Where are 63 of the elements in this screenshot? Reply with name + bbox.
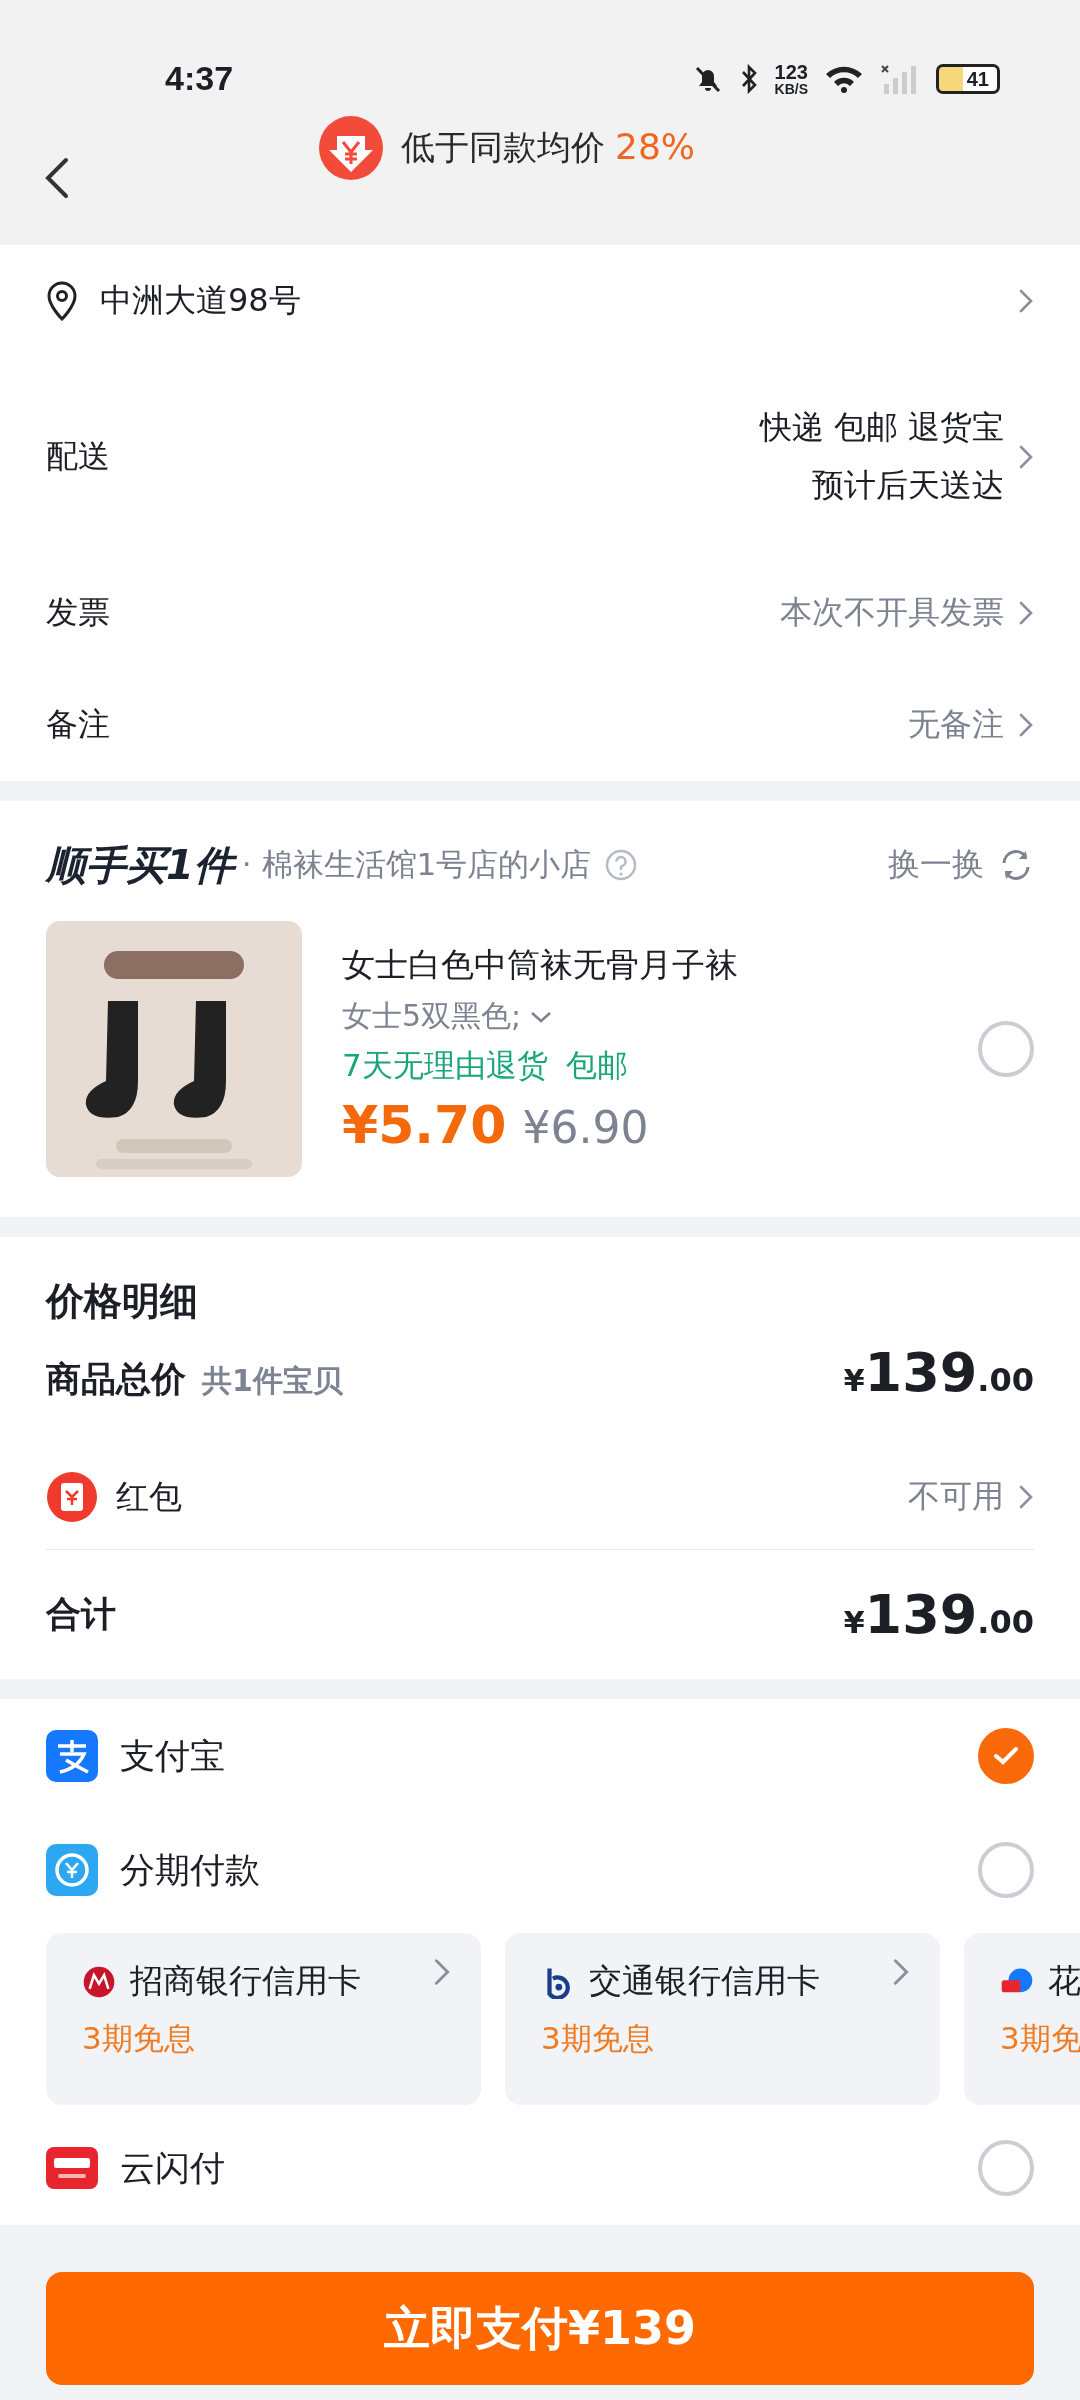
select-radio[interactable] [978,1842,1034,1898]
chevron-icon [1018,1484,1034,1510]
bank-name: 交通银行信用卡 [589,1960,821,2002]
status-time: 4:37 [165,59,234,99]
item-count: 共1件宝贝 [202,1362,343,1400]
row-label: 合计 [46,1593,116,1636]
help-icon[interactable] [605,849,638,881]
bank-name: 招商银行信用卡 [130,1960,362,2002]
header-title: 低于同款均价 28% [401,124,695,169]
section-title: 价格明细 [46,1277,199,1325]
store-name: · 棉袜生活馆1号店的小店 [241,845,592,884]
installment-card[interactable]: 交通银行信用卡 3期免息 [505,1933,940,2105]
price-amount: ¥139.00 [843,1583,1034,1646]
location-pin-icon [46,281,78,321]
chevron-icon [1018,444,1034,470]
wifi-icon [824,64,864,94]
address-text: 中洲大道98号 [100,280,302,321]
installment-offer: 3期免息 [82,2019,196,2058]
payment-option[interactable]: 分期付款 [46,1813,1034,1927]
row-label: 红包 [116,1475,182,1518]
service-tag: 7天无理由退货 [342,1045,548,1087]
order-row[interactable]: 配送 快递 包邮 退货宝 预计后天送达 [0,357,1080,557]
row-label: 发票 [46,592,111,633]
installment-icon [46,1844,98,1896]
row-label: 商品总价 [46,1358,186,1401]
chevron-icon [1018,600,1034,626]
order-row[interactable]: 发票 本次不开具发票 [0,557,1080,669]
row-value: 本次不开具发票 [780,592,1004,633]
network-speed: 123 [774,62,808,82]
select-radio[interactable] [978,2140,1034,2196]
variant-selector[interactable]: 女士5双黑色; [342,996,978,1037]
check-icon [993,1746,1019,1766]
envelope-icon [46,1471,98,1523]
reference-price: ¥6.90 [522,1102,649,1153]
service-tag: 包邮 [565,1045,628,1087]
installment-card[interactable]: 招商银行信用卡 3期免息 [46,1933,481,2105]
select-radio[interactable] [978,1728,1034,1784]
address-row[interactable]: 中洲大道98号 [0,245,1080,357]
chevron-icon [1018,712,1034,738]
wallet-logo-icon [46,1730,98,1782]
swap-button[interactable]: 换一换 [888,843,1034,887]
bank-logo-icon [82,1964,116,1999]
battery-level: 41 [936,64,1000,94]
product-price: ¥5.70 [342,1095,507,1155]
product-title: 女士白色中筒袜无骨月子袜 [342,944,739,986]
payment-option[interactable]: 支付宝 [46,1699,1034,1813]
row-label: 备注 [46,704,111,745]
chevron-icon [1018,288,1034,314]
select-radio[interactable] [978,1021,1034,1077]
price-drop-icon [317,113,385,182]
speed-unit: KB/S [774,82,808,96]
chevron-icon [892,1956,910,1987]
row-value: 快递 包邮 退货宝 [759,407,1004,448]
payment-option[interactable]: 云闪付 [46,2111,1034,2225]
installment-offer: 3期免息 [541,2019,655,2058]
price-amount: ¥139.00 [843,1341,1034,1404]
row-label: 配送 [46,436,111,477]
bank-name: 花 [1048,1960,1080,2002]
chevron-icon [433,1956,451,1987]
row-value[interactable]: 不可用 [908,1475,1004,1519]
order-row[interactable]: 备注 无备注 [0,669,1080,781]
row-value: 无备注 [908,704,1004,745]
row-value: 预计后天送达 [812,465,1004,506]
